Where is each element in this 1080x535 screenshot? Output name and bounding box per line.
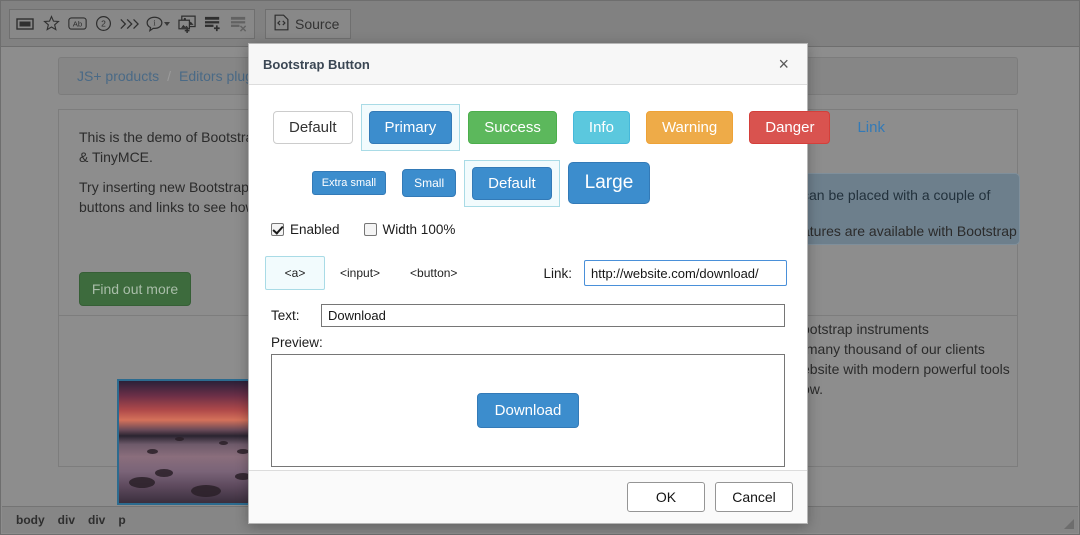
style-option-danger[interactable]: Danger: [741, 104, 838, 151]
tag-and-link-row: <a> <input> <button> Link:: [261, 241, 795, 291]
tag-option-button[interactable]: <button>: [395, 256, 472, 290]
close-icon[interactable]: ×: [774, 53, 793, 75]
text-label: Text:: [271, 308, 321, 323]
text-input[interactable]: [321, 304, 785, 327]
cancel-button[interactable]: Cancel: [715, 482, 793, 512]
remove-block-icon[interactable]: [226, 11, 252, 37]
ok-button-icon[interactable]: [12, 11, 38, 37]
width-100-checkbox[interactable]: Width 100%: [364, 222, 456, 237]
dialog-header: Bootstrap Button ×: [249, 44, 807, 85]
path-item-body[interactable]: body: [16, 513, 45, 527]
size-option-default[interactable]: Default: [464, 160, 560, 207]
size-extra-small-label[interactable]: Extra small: [312, 171, 386, 195]
options-checkbox-group: Enabled Width 100%: [261, 211, 795, 241]
breadcrumb-item-products[interactable]: JS+ products: [77, 68, 159, 84]
preview-label: Preview:: [261, 329, 795, 354]
size-default-label[interactable]: Default: [472, 167, 552, 200]
dialog-title: Bootstrap Button: [263, 57, 774, 72]
toolbar-group-main: Ab 2 i: [9, 9, 255, 39]
editor-root: Ab 2 i: [0, 0, 1080, 535]
button-style-group: Default Primary Success Info Warning Dan…: [261, 99, 795, 155]
bootstrap-button-dialog: Bootstrap Button × Default Primary Succe…: [248, 43, 808, 524]
callout-text: can be placed with a couple of: [802, 187, 990, 203]
style-primary-label[interactable]: Primary: [369, 111, 453, 144]
size-small-label[interactable]: Small: [402, 169, 456, 197]
insert-block-icon[interactable]: [200, 11, 226, 37]
toolbar-group-source: Source: [265, 9, 351, 39]
demo-paragraph-2: Try inserting new Bootstrap w buttons an…: [79, 177, 263, 217]
ok-button[interactable]: OK: [627, 482, 705, 512]
find-out-more-button[interactable]: Find out more: [79, 272, 191, 306]
svg-text:i: i: [153, 18, 156, 27]
tag-option-anchor[interactable]: <a>: [265, 256, 325, 290]
style-option-link[interactable]: Link: [838, 104, 909, 151]
path-item-div-2[interactable]: div: [88, 513, 105, 527]
demo-paragraph-1: This is the demo of Bootstrap & TinyMCE.: [79, 127, 261, 167]
style-success-label[interactable]: Success: [468, 111, 557, 144]
size-option-extra-small[interactable]: Extra small: [304, 164, 394, 202]
style-option-info[interactable]: Info: [565, 104, 638, 151]
style-link-label[interactable]: Link: [846, 111, 901, 144]
style-option-success[interactable]: Success: [460, 104, 565, 151]
right-text-features: atures are available with Bootstrap: [802, 221, 1017, 241]
editor-toolbar: Ab 2 i: [1, 1, 1079, 47]
link-label: Link:: [543, 266, 572, 281]
dialog-body: Default Primary Success Info Warning Dan…: [249, 85, 807, 470]
breadcrumb-separator: /: [167, 68, 171, 84]
style-danger-label[interactable]: Danger: [749, 111, 830, 144]
enabled-checkbox[interactable]: Enabled: [271, 222, 340, 237]
path-item-p[interactable]: p: [118, 513, 125, 527]
star-icon[interactable]: [38, 11, 64, 37]
style-info-label[interactable]: Info: [573, 111, 630, 144]
text-row: Text:: [261, 291, 795, 329]
width-100-checkbox-box[interactable]: [364, 223, 377, 236]
size-large-label[interactable]: Large: [568, 162, 651, 204]
style-default-label[interactable]: Default: [273, 111, 353, 144]
style-warning-label[interactable]: Warning: [646, 111, 733, 144]
size-option-large[interactable]: Large: [560, 155, 659, 211]
button-size-group: Extra small Small Default Large: [261, 155, 795, 211]
numbered-circle-icon[interactable]: 2: [90, 11, 116, 37]
size-option-small[interactable]: Small: [394, 162, 464, 204]
speech-bubble-info-icon[interactable]: i: [142, 11, 174, 37]
chevron-down-icon[interactable]: [164, 22, 170, 26]
preview-button[interactable]: Download: [477, 393, 580, 428]
resize-grip-icon[interactable]: [1063, 518, 1075, 530]
svg-text:Ab: Ab: [72, 20, 82, 29]
tag-option-input[interactable]: <input>: [325, 256, 395, 290]
width-100-checkbox-label: Width 100%: [383, 222, 456, 237]
dialog-footer: OK Cancel: [249, 470, 807, 523]
insert-image-icon[interactable]: [174, 11, 200, 37]
chevrons-right-icon[interactable]: [116, 11, 142, 37]
enabled-checkbox-box[interactable]: [271, 223, 284, 236]
preview-box: Download: [271, 354, 785, 467]
style-option-warning[interactable]: Warning: [638, 104, 741, 151]
abbreviation-icon[interactable]: Ab: [64, 11, 90, 37]
link-input[interactable]: [584, 260, 787, 286]
path-item-div-1[interactable]: div: [58, 513, 75, 527]
source-button[interactable]: Source: [268, 10, 348, 38]
enabled-checkbox-label: Enabled: [290, 222, 340, 237]
right-text-block: ootstrap instruments many thousand of ou…: [802, 319, 1010, 399]
style-option-primary[interactable]: Primary: [361, 104, 461, 151]
code-document-icon: [274, 14, 289, 34]
style-option-default[interactable]: Default: [265, 104, 361, 151]
source-button-label: Source: [295, 16, 339, 32]
svg-text:2: 2: [101, 19, 106, 29]
